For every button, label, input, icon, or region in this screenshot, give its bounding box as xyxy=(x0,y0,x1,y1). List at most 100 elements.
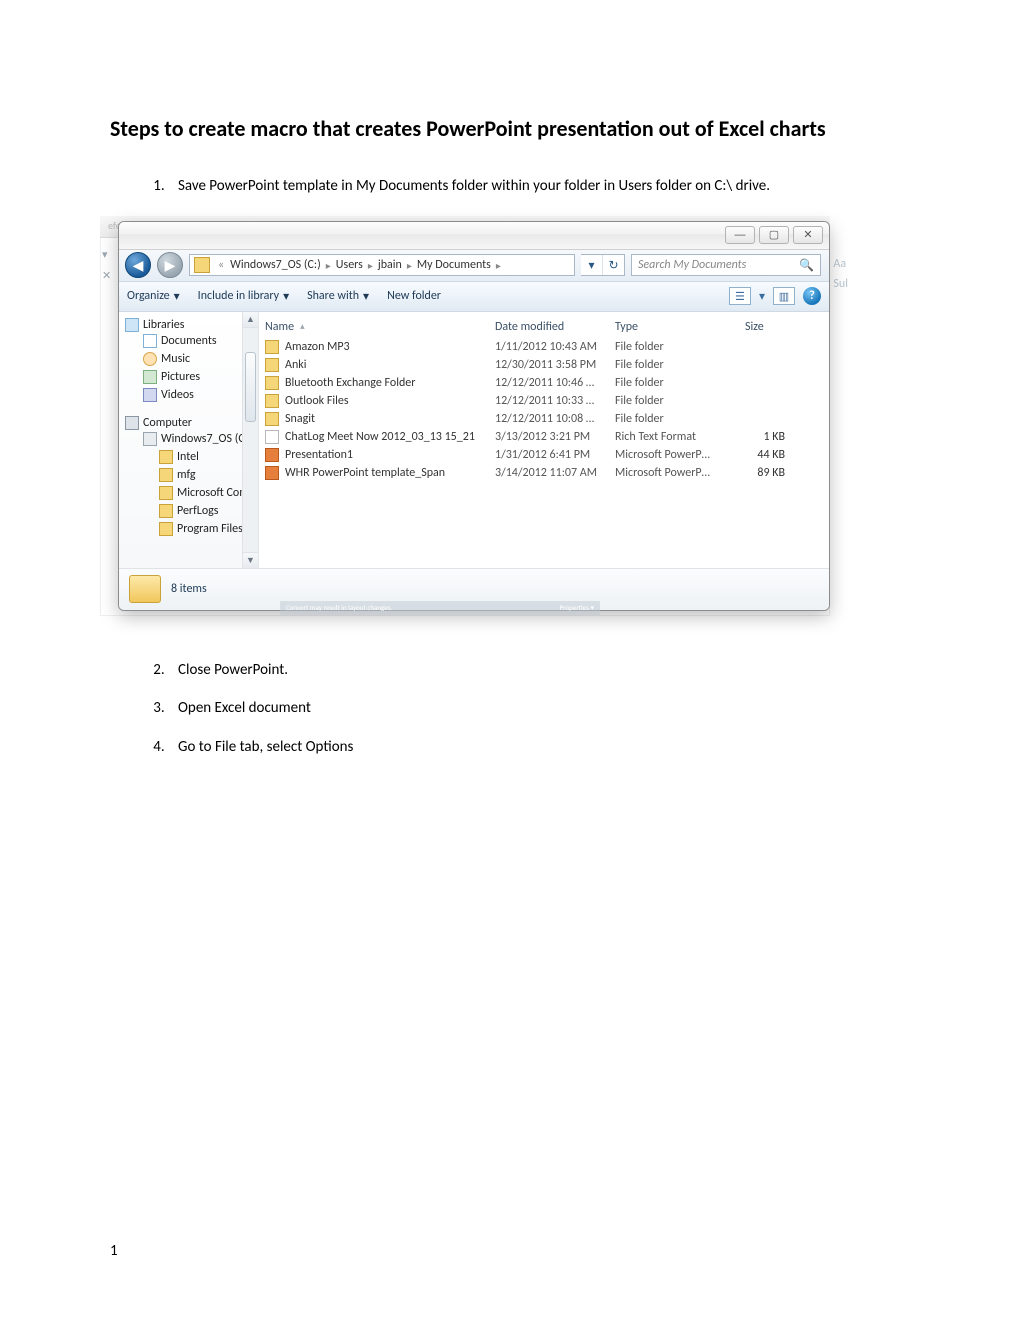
drive-icon xyxy=(143,432,157,446)
refresh-button[interactable]: ↻ xyxy=(602,255,624,275)
col-size[interactable]: Size xyxy=(739,316,799,338)
nav-scrollbar[interactable]: ▲ ▼ xyxy=(242,312,258,568)
address-bar-row: ◀ ▶ « Windows7_OS (C:) ▸ Users ▸ jbain ▸… xyxy=(119,250,829,282)
table-row[interactable]: Amazon MP31/11/2012 10:43 AMFile folder xyxy=(259,338,829,356)
steps-list-cont: Close PowerPoint. Open Excel document Go… xyxy=(140,656,920,762)
rtf-icon xyxy=(265,430,279,444)
file-name: WHR PowerPoint template_Span xyxy=(285,466,445,480)
search-placeholder: Search My Documents xyxy=(638,258,746,272)
chevron-right-icon: ▸ xyxy=(404,259,415,272)
file-list: Name ▴ Date modified Type Size Amazon MP… xyxy=(259,312,829,568)
col-date[interactable]: Date modified xyxy=(489,316,609,338)
nav-drive-c[interactable]: Windows7_OS (C xyxy=(125,430,258,448)
table-row[interactable]: Presentation11/31/2012 6:41 PMMicrosoft … xyxy=(259,446,829,464)
chevron-right-icon: ▸ xyxy=(323,259,334,272)
nav-computer[interactable]: Computer xyxy=(125,416,258,430)
computer-icon xyxy=(125,416,139,430)
documents-icon xyxy=(143,334,157,348)
close-button[interactable]: ✕ xyxy=(793,226,823,244)
search-input[interactable]: Search My Documents 🔍 xyxy=(631,254,821,276)
status-text: 8 items xyxy=(171,582,207,596)
nav-sub-label: Intel xyxy=(177,448,199,466)
nav-pictures-label: Pictures xyxy=(161,368,200,386)
file-type: File folder xyxy=(609,375,739,391)
table-row[interactable]: Bluetooth Exchange Folder12/12/2011 10:4… xyxy=(259,374,829,392)
breadcrumb[interactable]: « Windows7_OS (C:) ▸ Users ▸ jbain ▸ My … xyxy=(189,254,575,276)
maximize-button[interactable]: ▢ xyxy=(759,226,789,244)
forward-button[interactable]: ▶ xyxy=(157,252,183,278)
nav-sub-perflogs[interactable]: PerfLogs xyxy=(125,502,258,520)
crumb-user[interactable]: jbain xyxy=(376,258,404,272)
table-row[interactable]: Snagit12/12/2011 10:08 …File folder xyxy=(259,410,829,428)
address-dropdown-button[interactable]: ▾ xyxy=(581,255,602,275)
nav-sub-intel[interactable]: Intel xyxy=(125,448,258,466)
file-date: 1/11/2012 10:43 AM xyxy=(489,339,609,355)
folder-icon xyxy=(265,340,279,354)
step-2: Close PowerPoint. xyxy=(168,656,920,685)
file-size xyxy=(739,393,799,409)
help-button[interactable]: ? xyxy=(803,287,821,305)
share-with-menu[interactable]: Share with ▾ xyxy=(307,289,369,304)
file-date: 1/31/2012 6:41 PM xyxy=(489,447,609,463)
file-name-cell: Amazon MP3 xyxy=(259,339,489,355)
window-titlebar: — ▢ ✕ xyxy=(119,222,829,250)
page-number: 1 xyxy=(110,1242,118,1260)
file-type: Rich Text Format xyxy=(609,429,739,445)
nav-music[interactable]: Music xyxy=(125,350,258,368)
chevron-right-icon: ▸ xyxy=(493,259,504,272)
file-date: 3/14/2012 11:07 AM xyxy=(489,465,609,481)
sort-indicator-icon: ▴ xyxy=(300,321,305,332)
crumb-users[interactable]: Users xyxy=(334,258,365,272)
organize-menu[interactable]: Organize ▾ xyxy=(127,289,180,304)
file-name-cell: Outlook Files xyxy=(259,393,489,409)
table-row[interactable]: Outlook Files12/12/2011 10:33 …File fold… xyxy=(259,392,829,410)
scroll-down-icon[interactable]: ▼ xyxy=(243,552,258,568)
table-row[interactable]: ChatLog Meet Now 2012_03_13 15_213/13/20… xyxy=(259,428,829,446)
back-button[interactable]: ◀ xyxy=(125,252,151,278)
file-date: 3/13/2012 3:21 PM xyxy=(489,429,609,445)
col-name[interactable]: Name ▴ xyxy=(259,316,489,338)
chevron-down-icon[interactable]: ▾ xyxy=(759,289,765,304)
scroll-up-icon[interactable]: ▲ xyxy=(243,312,258,328)
folder-icon xyxy=(159,486,173,500)
crumb-mydocs[interactable]: My Documents xyxy=(415,258,493,272)
chevron-down-icon: ▾ xyxy=(363,289,369,304)
ppt-icon xyxy=(265,466,279,480)
nav-sub-programfiles[interactable]: Program Files xyxy=(125,520,258,538)
nav-sub-mfg[interactable]: mfg xyxy=(125,466,258,484)
new-folder-button[interactable]: New folder xyxy=(387,289,441,303)
minimize-button[interactable]: — xyxy=(725,226,755,244)
folder-icon xyxy=(265,394,279,408)
crumb-drive[interactable]: Windows7_OS (C:) xyxy=(228,258,323,272)
file-date: 12/30/2011 3:58 PM xyxy=(489,357,609,373)
explorer-screenshot: efe ▾ ✕ Aa Sul — ▢ ✕ ◀ ▶ xyxy=(100,216,830,616)
nav-videos[interactable]: Videos xyxy=(125,386,258,404)
table-row[interactable]: WHR PowerPoint template_Span 3/14/2012 11… xyxy=(259,464,829,482)
view-options-button[interactable]: ☰ xyxy=(729,287,751,305)
include-label: Include in library xyxy=(198,289,279,303)
file-type: File folder xyxy=(609,393,739,409)
ghost-left: Convert may result in layout changes. xyxy=(286,603,392,612)
page-title: Steps to create macro that creates Power… xyxy=(110,115,920,142)
nav-sub-microsoft[interactable]: Microsoft Com xyxy=(125,484,258,502)
col-name-label: Name xyxy=(265,320,294,334)
file-size xyxy=(739,357,799,373)
table-row[interactable]: Anki12/30/2011 3:58 PMFile folder xyxy=(259,356,829,374)
nav-pictures[interactable]: Pictures xyxy=(125,368,258,386)
folder-large-icon xyxy=(129,575,161,603)
include-in-library-menu[interactable]: Include in library ▾ xyxy=(198,289,289,304)
bg-dropdown-icon: ▾ xyxy=(102,248,111,261)
preview-pane-button[interactable]: ▥ xyxy=(773,287,795,305)
share-label: Share with xyxy=(307,289,359,303)
scroll-thumb[interactable] xyxy=(245,352,256,422)
nav-documents[interactable]: Documents xyxy=(125,332,258,350)
file-name: Bluetooth Exchange Folder xyxy=(285,376,415,390)
nav-sub-label: Program Files xyxy=(177,520,243,538)
col-type[interactable]: Type xyxy=(609,316,739,338)
folder-icon xyxy=(265,358,279,372)
file-name-cell: Anki xyxy=(259,357,489,373)
nav-libraries[interactable]: Libraries xyxy=(125,318,258,332)
step-4: Go to File tab, select Options xyxy=(168,733,920,762)
bg-aa: Aa xyxy=(833,254,848,274)
file-name-cell: WHR PowerPoint template_Span xyxy=(259,465,489,481)
